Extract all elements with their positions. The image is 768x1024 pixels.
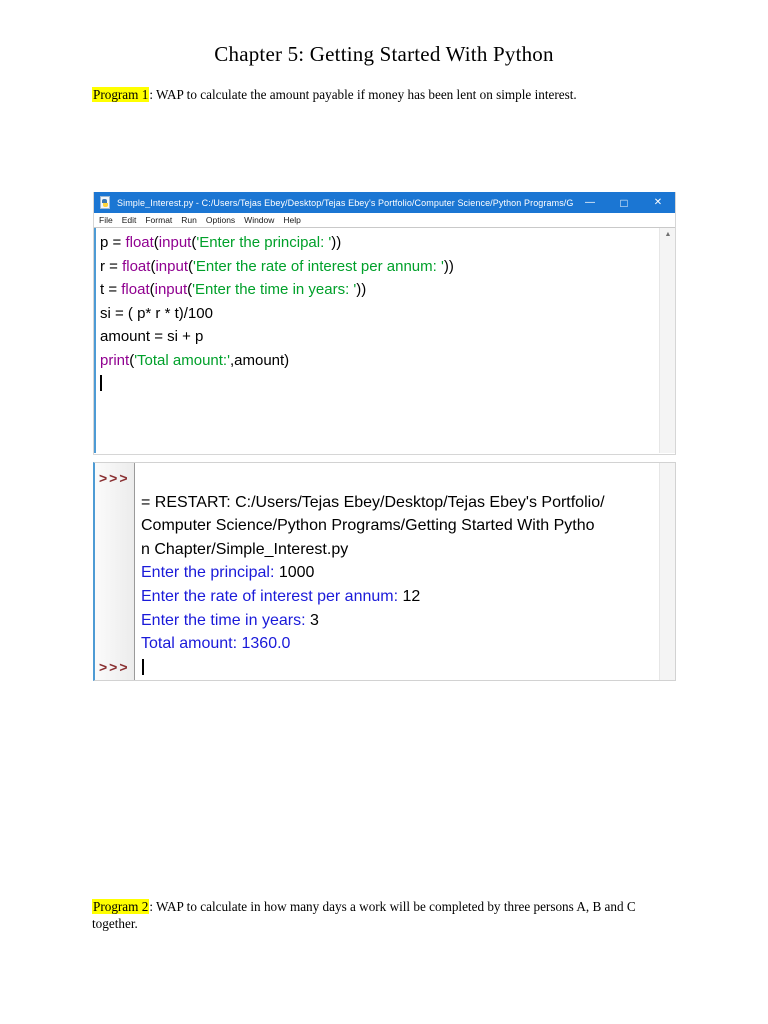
idle-shell-window: >>> >>> = RESTART: C:/Users/Tejas Ebey/De…: [93, 462, 676, 681]
program1-label: Program 1: [92, 87, 150, 102]
text-line: t = float(input('Enter the time in years…: [100, 281, 367, 298]
scroll-up-icon[interactable]: ▲: [660, 230, 676, 240]
text-line: print('Total amount:',amount): [100, 351, 290, 369]
menu-file[interactable]: File: [99, 215, 113, 225]
text-cursor: [100, 375, 102, 391]
text-line: = RESTART: C:/Users/Tejas Ebey/Desktop/T…: [141, 493, 605, 511]
text-line: p = float(input('Enter the principal: ')…: [100, 234, 342, 251]
program1-text: : WAP to calculate the amount payable if…: [149, 87, 577, 102]
shell-text-cursor: [142, 659, 144, 675]
shell-prompt-row-empty: [95, 538, 134, 562]
editor-scrollbar[interactable]: ▲: [659, 228, 675, 453]
text-line: si = ( p* r * t)/100: [100, 304, 213, 322]
code-lines: p = float(input('Enter the principal: ')…: [96, 228, 675, 372]
menu-help[interactable]: Help: [283, 215, 300, 225]
text-line: r = float(input('Enter the rate of inter…: [100, 257, 454, 275]
text-line: Total amount: 1360.0: [141, 635, 291, 653]
menu-format[interactable]: Format: [145, 215, 172, 225]
shell-prompt: >>>: [99, 470, 130, 486]
window-title: Simple_Interest.py - C:/Users/Tejas Ebey…: [117, 197, 573, 208]
program2-label: Program 2: [92, 899, 150, 914]
shell-prompt-row-empty: [95, 585, 134, 609]
page-title: Chapter 5: Getting Started With Python: [214, 42, 554, 66]
editor-titlebar[interactable]: Simple_Interest.py - C:/Users/Tejas Ebey…: [94, 192, 675, 213]
shell-text-area[interactable]: = RESTART: C:/Users/Tejas Ebey/Desktop/T…: [135, 463, 675, 680]
text-line: [141, 467, 675, 491]
menu-options[interactable]: Options: [206, 215, 235, 225]
text-line: amount = si + p: [100, 328, 204, 345]
shell-scrollbar[interactable]: [659, 463, 675, 680]
python-file-icon: [99, 196, 112, 209]
program2-paragraph: Program 2: WAP to calculate in how many …: [92, 899, 670, 932]
menu-edit[interactable]: Edit: [122, 215, 137, 225]
idle-editor-window: Simple_Interest.py - C:/Users/Tejas Ebey…: [93, 192, 676, 455]
maximize-button[interactable]: □: [607, 192, 641, 213]
shell-prompt: >>>: [99, 658, 130, 675]
shell-prompt-row-empty: [95, 609, 134, 633]
shell-prompt-row-empty: [95, 491, 134, 515]
text-line: Enter the time in years: 3: [141, 611, 319, 629]
text-line: n Chapter/Simple_Interest.py: [141, 540, 349, 558]
code-editor-area[interactable]: p = float(input('Enter the principal: ')…: [94, 228, 675, 453]
shell-prompt-row-empty: [95, 632, 134, 656]
text-line: Enter the rate of interest per annum: 12: [141, 587, 421, 605]
program2-text: : WAP to calculate in how many days a wo…: [92, 899, 636, 931]
text-line: Enter the principal: 1000: [141, 564, 315, 582]
document-page: Chapter 5: Getting Started With Python P…: [0, 0, 768, 1024]
shell-output-lines: = RESTART: C:/Users/Tejas Ebey/Desktop/T…: [135, 463, 675, 656]
menu-run[interactable]: Run: [181, 215, 197, 225]
menu-bar: File Edit Format Run Options Window Help: [94, 213, 675, 228]
close-button[interactable]: ✕: [641, 192, 675, 213]
shell-prompt-row-empty: [95, 561, 134, 585]
minimize-button[interactable]: —: [573, 192, 607, 213]
shell-prompt-sidebar: >>> >>>: [95, 463, 135, 680]
menu-window[interactable]: Window: [244, 215, 274, 225]
shell-prompt-row-empty: [95, 514, 134, 538]
program1-paragraph: Program 1: WAP to calculate the amount p…: [92, 87, 632, 104]
text-line: Computer Science/Python Programs/Getting…: [141, 517, 595, 535]
